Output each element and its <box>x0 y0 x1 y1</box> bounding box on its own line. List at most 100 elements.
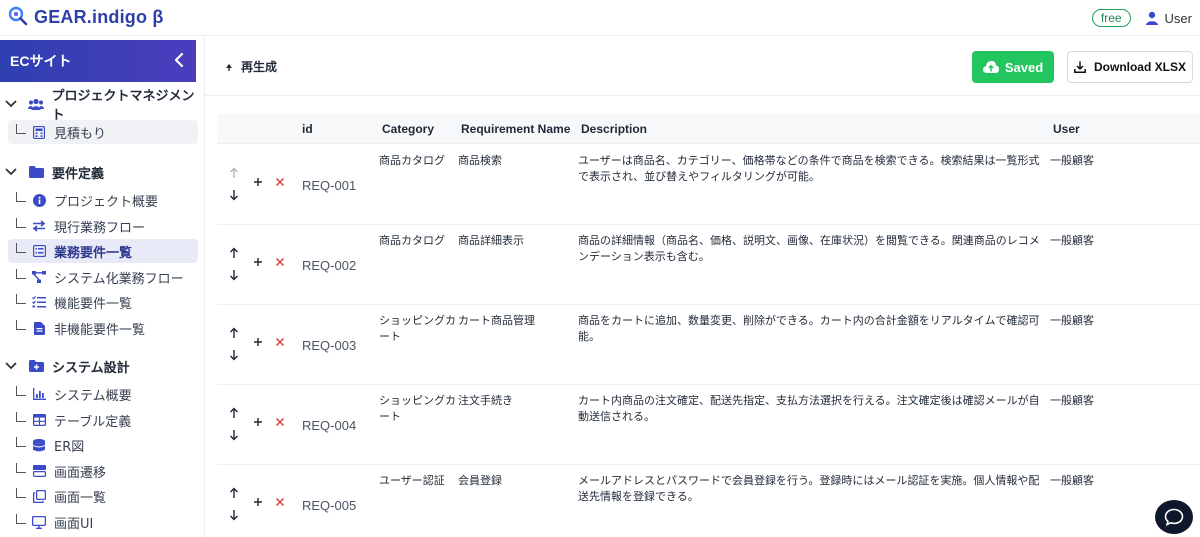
column-header-user: User <box>1053 122 1080 136</box>
section-label: プロジェクトマネジメント <box>51 89 195 123</box>
requirement-name[interactable]: 商品詳細表示 <box>458 233 568 249</box>
user-icon <box>1145 11 1158 25</box>
requirement-description[interactable]: 商品をカートに追加、数量変更、削除ができる。カート内の合計金額をリアルタイムで確… <box>578 313 1043 345</box>
sidebar-item-system-flow[interactable]: システム化業務フロー <box>8 265 198 289</box>
chat-button[interactable] <box>1155 500 1193 534</box>
move-down-icon[interactable] <box>229 189 239 201</box>
app-logo[interactable]: GEAR.indigo β <box>8 6 164 30</box>
regenerate-label: 再生成 <box>241 60 278 74</box>
sidebar-item-label: 画面UI <box>54 516 94 532</box>
sidebar-item-business-requirements[interactable]: 業務要件一覧 <box>8 239 198 263</box>
sidebar-item-er-diagram[interactable]: ER図 <box>8 433 198 457</box>
delete-row-icon[interactable] <box>275 257 285 267</box>
download-icon <box>1074 61 1086 73</box>
toolbar: 再生成 Saved Download XLSX <box>205 36 1200 96</box>
sidebar-item-label: システム化業務フロー <box>54 271 184 287</box>
download-xlsx-button[interactable]: Download XLSX <box>1067 51 1193 83</box>
requirement-user[interactable]: 一般顧客 <box>1050 233 1130 249</box>
saved-button[interactable]: Saved <box>972 51 1054 83</box>
sidebar-item-functional-requirements[interactable]: 機能要件一覧 <box>8 290 198 314</box>
chevron-down-icon <box>0 100 22 108</box>
table-row: REQ-004 ショッピングカート 注文手続き カート内商品の注文確定、配送先指… <box>217 385 1200 465</box>
add-row-icon[interactable] <box>253 497 263 507</box>
requirement-category[interactable]: ショッピングカート <box>379 393 461 425</box>
add-row-icon[interactable] <box>253 177 263 187</box>
move-up-icon[interactable] <box>229 247 239 259</box>
users-icon <box>27 98 44 110</box>
requirement-category[interactable]: 商品カタログ <box>379 153 461 169</box>
sidebar-item-nonfunctional-requirements[interactable]: 非機能要件一覧 <box>8 316 198 340</box>
plan-badge: free <box>1091 9 1131 27</box>
move-down-icon[interactable] <box>229 429 239 441</box>
sidebar-item-screen-list[interactable]: 画面一覧 <box>8 484 198 508</box>
section-label: 要件定義 <box>52 166 105 182</box>
sidebar-item-estimate[interactable]: 見積もり <box>8 120 198 144</box>
requirement-category[interactable]: ショッピングカート <box>379 313 461 345</box>
sidebar-item-project-overview[interactable]: プロジェクト概要 <box>8 188 198 212</box>
database-icon <box>32 438 46 452</box>
column-header-id: id <box>302 122 313 136</box>
move-down-icon[interactable] <box>229 269 239 281</box>
regenerate-button[interactable]: 再生成 <box>225 58 277 75</box>
requirement-name[interactable]: 会員登録 <box>458 473 568 489</box>
collapse-sidebar-icon[interactable] <box>174 52 184 71</box>
add-row-icon[interactable] <box>253 257 263 267</box>
user-menu[interactable]: User <box>1145 11 1192 26</box>
section-requirements[interactable]: 要件定義 <box>0 160 104 184</box>
move-up-icon[interactable] <box>229 327 239 339</box>
delete-row-icon[interactable] <box>275 497 285 507</box>
move-up-icon[interactable] <box>229 407 239 419</box>
tree-branch <box>16 386 26 396</box>
delete-row-icon[interactable] <box>275 337 285 347</box>
section-project-management[interactable]: プロジェクトマネジメント <box>0 89 204 123</box>
requirement-description[interactable]: ユーザーは商品名、カテゴリー、価格帯などの条件で商品を検索できる。検索結果は一覧… <box>578 153 1043 185</box>
copy-icon <box>32 489 46 503</box>
project-header: ECサイト <box>0 40 196 82</box>
sidebar-item-label: 見積もり <box>54 126 107 142</box>
add-row-icon[interactable] <box>253 417 263 427</box>
delete-row-icon[interactable] <box>275 417 285 427</box>
requirement-user[interactable]: 一般顧客 <box>1050 473 1130 489</box>
requirement-user[interactable]: 一般顧客 <box>1050 313 1130 329</box>
exchange-icon <box>32 220 46 232</box>
sidebar-item-system-overview[interactable]: システム概要 <box>8 382 198 406</box>
requirement-name[interactable]: 商品検索 <box>458 153 568 169</box>
requirement-description[interactable]: カート内商品の注文確定、配送先指定、支払方法選択を行える。注文確定後は確認メール… <box>578 393 1043 425</box>
screens-icon <box>32 465 46 477</box>
move-up-icon[interactable] <box>229 487 239 499</box>
requirement-user[interactable]: 一般顧客 <box>1050 153 1130 169</box>
requirement-description[interactable]: 商品の詳細情報（商品名、価格、説明文、画像、在庫状況）を閲覧できる。関連商品のレ… <box>578 233 1043 265</box>
requirement-name[interactable]: カート商品管理 <box>458 313 568 329</box>
sidebar-item-label: システム概要 <box>54 388 132 404</box>
tree-branch <box>16 294 26 304</box>
add-row-icon[interactable] <box>253 337 263 347</box>
move-down-icon[interactable] <box>229 509 239 521</box>
sidebar-item-screen-transition[interactable]: 画面遷移 <box>8 459 198 483</box>
section-label: システム設計 <box>52 360 130 376</box>
section-system-design[interactable]: システム設計 <box>0 354 130 378</box>
requirement-id: REQ-003 <box>302 338 357 353</box>
sidebar-item-screen-ui[interactable]: 画面UI <box>8 510 198 534</box>
table-row: REQ-003 ショッピングカート カート商品管理 商品をカートに追加、数量変更… <box>217 305 1200 385</box>
column-header-category: Category <box>382 122 435 136</box>
requirement-user[interactable]: 一般顧客 <box>1050 393 1130 409</box>
regenerate-arrow-icon <box>226 63 232 71</box>
sidebar-item-table-definition[interactable]: テーブル定義 <box>8 408 198 432</box>
requirement-name[interactable]: 注文手続き <box>458 393 568 409</box>
table-icon <box>32 414 46 426</box>
tree-branch <box>16 124 26 134</box>
move-down-icon[interactable] <box>229 349 239 361</box>
requirement-description[interactable]: メールアドレスとパスワードで会員登録を行う。登録時にはメール認証を実施。個人情報… <box>578 473 1043 505</box>
sidebar-item-current-flow[interactable]: 現行業務フロー <box>8 214 198 238</box>
move-up-icon[interactable] <box>229 167 239 179</box>
folder-plus-icon <box>28 360 44 372</box>
tree-branch <box>16 412 26 422</box>
column-header-description: Description <box>581 122 648 136</box>
chart-icon <box>32 388 46 400</box>
requirement-category[interactable]: 商品カタログ <box>379 233 461 249</box>
requirement-category[interactable]: ユーザー認証 <box>379 473 461 489</box>
requirements-table: id Category Requirement Name Description… <box>217 114 1200 537</box>
delete-row-icon[interactable] <box>275 177 285 187</box>
table-row: REQ-001 商品カタログ 商品検索 ユーザーは商品名、カテゴリー、価格帯など… <box>217 145 1200 225</box>
tree-branch <box>16 514 26 524</box>
